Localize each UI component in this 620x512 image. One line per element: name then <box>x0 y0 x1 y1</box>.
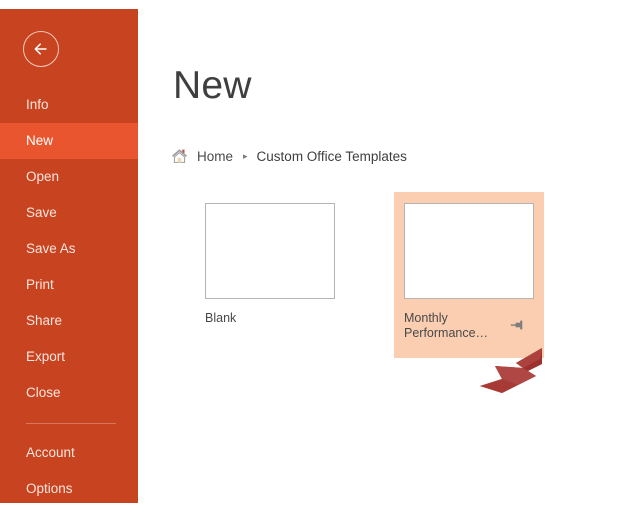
template-card-blank[interactable]: Blank <box>195 192 345 358</box>
template-card-monthly-performance[interactable]: Monthly Performance… <box>394 192 544 358</box>
sidebar-item-save-as[interactable]: Save As <box>0 231 138 267</box>
sidebar-item-print[interactable]: Print <box>0 267 138 303</box>
breadcrumb: Home ▸ Custom Office Templates <box>171 148 407 164</box>
pin-icon[interactable] <box>510 318 526 332</box>
sidebar-item-account[interactable]: Account <box>0 435 138 471</box>
back-button[interactable] <box>23 31 59 67</box>
sidebar-item-export[interactable]: Export <box>0 339 138 375</box>
sidebar-item-open[interactable]: Open <box>0 159 138 195</box>
sidebar-item-save[interactable]: Save <box>0 195 138 231</box>
template-gallery: Blank Monthly Performance… <box>138 192 620 372</box>
sidebar-item-close[interactable]: Close <box>0 375 138 411</box>
breadcrumb-current: Custom Office Templates <box>256 148 407 164</box>
template-thumbnail <box>404 203 534 299</box>
template-label-line2: Performance… <box>404 326 489 340</box>
backstage-view: Info New Open Save Save As Print Share E… <box>0 0 620 512</box>
back-arrow-icon <box>34 43 47 55</box>
template-thumbnail <box>205 203 335 299</box>
template-label-line1: Monthly <box>404 311 448 325</box>
template-label: Monthly Performance… <box>404 311 504 341</box>
home-icon <box>172 149 187 163</box>
breadcrumb-separator-icon: ▸ <box>243 150 248 161</box>
sidebar-item-share[interactable]: Share <box>0 303 138 339</box>
page-title: New <box>173 64 252 107</box>
sidebar-divider <box>26 423 116 424</box>
sidebar-item-new[interactable]: New <box>0 123 138 159</box>
main-content: New Home ▸ Custom Office Templates Blank <box>138 0 620 512</box>
template-label: Blank <box>205 311 237 325</box>
sidebar-item-info[interactable]: Info <box>0 87 138 123</box>
sidebar-item-options[interactable]: Options <box>0 471 138 507</box>
backstage-sidebar: Info New Open Save Save As Print Share E… <box>0 9 138 503</box>
sidebar-nav-list: Info New Open Save Save As Print Share E… <box>0 87 138 507</box>
breadcrumb-home[interactable]: Home <box>197 149 233 164</box>
